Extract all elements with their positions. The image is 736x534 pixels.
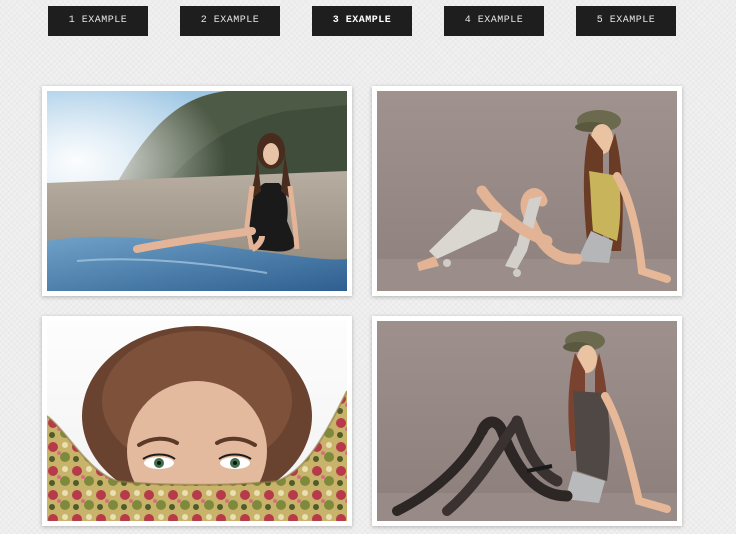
photo-card-studio-cap[interactable] bbox=[372, 86, 682, 296]
photo-studio-cap bbox=[377, 91, 677, 291]
example-nav: 1 EXAMPLE 2 EXAMPLE 3 EXAMPLE 4 EXAMPLE … bbox=[0, 0, 736, 40]
photo-card-studio-stockings[interactable] bbox=[372, 316, 682, 526]
photo-studio-stockings bbox=[377, 321, 677, 521]
nav-button-2[interactable]: 2 EXAMPLE bbox=[180, 6, 280, 36]
photo-card-beach[interactable] bbox=[42, 86, 352, 296]
photo-scarf bbox=[47, 321, 347, 521]
nav-button-1[interactable]: 1 EXAMPLE bbox=[48, 6, 148, 36]
photo-beach bbox=[47, 91, 347, 291]
nav-button-3[interactable]: 3 EXAMPLE bbox=[312, 6, 412, 36]
nav-button-5[interactable]: 5 EXAMPLE bbox=[576, 6, 676, 36]
nav-button-4[interactable]: 4 EXAMPLE bbox=[444, 6, 544, 36]
photo-card-scarf[interactable] bbox=[42, 316, 352, 526]
